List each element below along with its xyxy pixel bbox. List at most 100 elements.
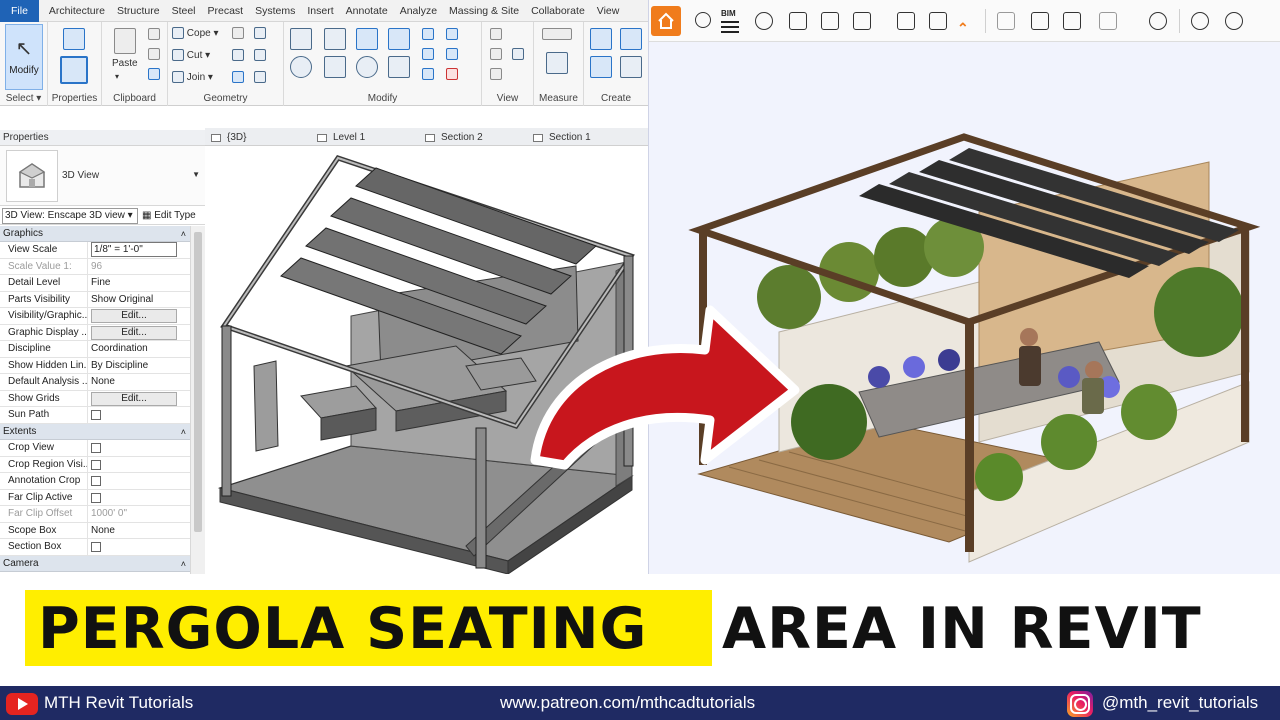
hammer-icon[interactable] xyxy=(254,71,266,83)
rotate-icon[interactable] xyxy=(356,56,378,78)
edit-type-button[interactable]: ▦ Edit Type xyxy=(142,209,196,223)
tab-systems[interactable]: Systems xyxy=(249,5,301,17)
type-properties-icon[interactable] xyxy=(63,28,85,50)
binoculars-icon[interactable] xyxy=(755,12,773,30)
properties-palette-icon[interactable] xyxy=(60,56,88,84)
view-tab-3d[interactable]: {3D} xyxy=(211,130,246,145)
move-icon[interactable] xyxy=(290,56,312,78)
pin-icon[interactable] xyxy=(422,68,434,80)
align-icon[interactable] xyxy=(290,28,312,50)
export-icon[interactable] xyxy=(897,12,915,30)
tab-structure[interactable]: Structure xyxy=(111,5,166,17)
prop-value[interactable]: Coordination xyxy=(88,341,190,357)
view-tab-section-2[interactable]: Section 2 xyxy=(425,130,483,145)
wall-joins-icon[interactable] xyxy=(254,27,266,39)
vr-icon[interactable] xyxy=(1149,12,1167,30)
section-box-checkbox[interactable] xyxy=(91,542,101,553)
crop-view-checkbox[interactable] xyxy=(91,443,101,454)
tab-view[interactable]: View xyxy=(591,5,626,17)
crop-region-visible-checkbox[interactable] xyxy=(91,459,101,470)
scrollbar-thumb[interactable] xyxy=(194,232,202,532)
settings-icon[interactable] xyxy=(1225,12,1243,30)
clapper-icon[interactable] xyxy=(853,12,871,30)
tab-annotate[interactable]: Annotate xyxy=(340,5,394,17)
cube-icon[interactable] xyxy=(1063,12,1081,30)
scale-icon[interactable] xyxy=(446,48,458,60)
array-icon[interactable] xyxy=(422,48,434,60)
section-graphics[interactable]: Graphics ˄ xyxy=(0,226,190,243)
type-dropdown-icon[interactable]: ▼ xyxy=(192,170,200,179)
create-group-icon[interactable] xyxy=(590,56,612,78)
offset-icon[interactable] xyxy=(324,28,346,50)
paint-icon[interactable] xyxy=(254,49,266,61)
map-icon[interactable] xyxy=(997,12,1015,30)
annotation-crop-checkbox[interactable] xyxy=(91,476,101,487)
tab-architecture[interactable]: Architecture xyxy=(43,5,111,17)
split-gap-icon[interactable] xyxy=(446,28,458,40)
create-similar-icon[interactable] xyxy=(620,56,642,78)
mirror-draw-icon[interactable] xyxy=(388,28,410,50)
atmosphere-icon[interactable] xyxy=(1099,12,1117,30)
copy-element-icon[interactable] xyxy=(324,56,346,78)
buildings-icon[interactable] xyxy=(821,12,839,30)
view-tab-level-1[interactable]: Level 1 xyxy=(317,130,365,145)
override-pen-icon[interactable] xyxy=(490,48,502,60)
properties-scrollbar[interactable] xyxy=(190,226,205,574)
prop-value[interactable]: None xyxy=(88,523,190,539)
type-selector[interactable]: 3D View ▼ xyxy=(0,146,205,206)
collapse-icon[interactable]: ⌃ xyxy=(957,20,969,37)
paste-dropdown-icon[interactable]: ▾ xyxy=(115,72,119,81)
tab-steel[interactable]: Steel xyxy=(166,5,202,17)
dimension-icon[interactable] xyxy=(546,52,568,74)
cut-clipboard-icon[interactable] xyxy=(148,28,160,40)
tab-precast[interactable]: Precast xyxy=(202,5,250,17)
collapse-chevron-icon[interactable]: ˄ xyxy=(181,226,186,242)
select-dropdown[interactable]: Select ▾ xyxy=(0,93,47,104)
hide-bulb-icon[interactable] xyxy=(490,28,502,40)
prop-value[interactable]: Fine xyxy=(88,275,190,291)
create-assembly-icon[interactable] xyxy=(590,28,612,50)
far-clip-active-checkbox[interactable] xyxy=(91,492,101,503)
create-parts-icon[interactable] xyxy=(620,28,642,50)
cope-tool[interactable]: Cope ▾ xyxy=(172,27,219,39)
visibility-graphics-edit-button[interactable]: Edit... xyxy=(91,309,177,324)
linework-icon[interactable] xyxy=(512,48,524,60)
modify-button[interactable]: ↖ Modify xyxy=(5,24,43,90)
paste-button[interactable]: Paste xyxy=(112,58,138,69)
copy-icon[interactable] xyxy=(148,48,160,60)
demolish-icon[interactable] xyxy=(232,49,244,61)
section-extents[interactable]: Extents ˄ xyxy=(0,423,190,441)
trim-extend-icon[interactable] xyxy=(388,56,410,78)
collapse-chevron-icon[interactable]: ˄ xyxy=(181,556,186,572)
asset-icon[interactable] xyxy=(789,12,807,30)
view-scale-input[interactable]: 1/8" = 1'-0" xyxy=(91,242,177,258)
section-camera[interactable]: Camera ˄ xyxy=(0,555,190,572)
collapse-chevron-icon[interactable]: ˄ xyxy=(181,424,186,440)
visibility-icon[interactable] xyxy=(1191,12,1209,30)
graphic-display-edit-button[interactable]: Edit... xyxy=(91,325,177,340)
sun-path-checkbox[interactable] xyxy=(91,410,101,421)
view-tab-section-1[interactable]: Section 1 xyxy=(533,130,591,145)
batch-icon[interactable] xyxy=(929,12,947,30)
render-icon[interactable] xyxy=(1031,12,1049,30)
prop-value[interactable]: By Discipline xyxy=(88,358,190,374)
tab-collaborate[interactable]: Collaborate xyxy=(525,5,591,17)
measure-icon[interactable] xyxy=(542,28,572,40)
paste-icon[interactable] xyxy=(114,28,136,54)
delete-icon[interactable] xyxy=(446,68,458,80)
beam-join-icon[interactable] xyxy=(232,71,244,83)
tab-massing-site[interactable]: Massing & Site xyxy=(443,5,525,17)
override-brush-icon[interactable] xyxy=(490,68,502,80)
bim-button[interactable]: BIM xyxy=(721,9,739,33)
split-element-icon[interactable] xyxy=(422,28,434,40)
tab-analyze[interactable]: Analyze xyxy=(394,5,443,17)
file-tab[interactable]: File xyxy=(0,0,39,22)
mirror-axis-icon[interactable] xyxy=(356,28,378,50)
join-tool[interactable]: Join ▾ xyxy=(172,71,213,83)
views-icon[interactable] xyxy=(695,12,711,28)
prop-value[interactable]: None xyxy=(88,374,190,390)
match-properties-icon[interactable] xyxy=(148,68,160,80)
home-button[interactable] xyxy=(651,6,681,36)
instance-dropdown[interactable]: 3D View: Enscape 3D view ▾ xyxy=(2,208,138,224)
prop-value[interactable]: Show Original xyxy=(88,292,190,308)
